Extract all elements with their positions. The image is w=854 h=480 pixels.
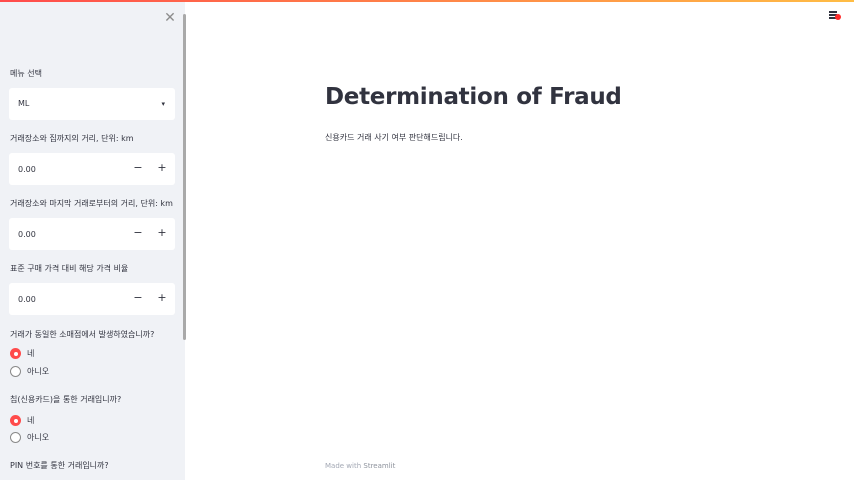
increment-button[interactable]: + (155, 161, 169, 175)
radio-unselected-icon (10, 432, 21, 443)
footer: Made with Streamlit (325, 462, 395, 470)
radio-option-label: 네 (27, 349, 35, 358)
used-pin-label: PIN 번호를 통한 거래입니까? (10, 461, 109, 470)
sidebar: ✕ 메뉴 선택 ML ▾ 거래장소와 집까지의 거리, 단위: km 0.00 … (0, 2, 185, 480)
menu-select-value: ML (18, 99, 30, 108)
home-distance-label: 거래장소와 집까지의 거리, 단위: km (10, 134, 134, 143)
home-distance-value[interactable]: 0.00 (18, 165, 36, 174)
radio-option-label: 네 (27, 416, 35, 425)
last-transaction-distance-input[interactable]: 0.00 − + (9, 218, 175, 250)
hamburger-menu-icon[interactable] (829, 9, 841, 21)
radio-selected-icon (10, 415, 21, 426)
menu-select-label: 메뉴 선택 (10, 69, 42, 78)
increment-button[interactable]: + (155, 291, 169, 305)
price-ratio-value[interactable]: 0.00 (18, 295, 36, 304)
last-transaction-distance-value[interactable]: 0.00 (18, 230, 36, 239)
radio-option-label: 아니오 (27, 433, 50, 442)
close-sidebar-icon[interactable]: ✕ (163, 11, 177, 25)
footer-prefix: Made with (325, 462, 364, 470)
page-subtitle: 신용카드 거래 사기 여부 판단해드립니다. (325, 133, 463, 142)
decrement-button[interactable]: − (131, 226, 145, 240)
price-ratio-label: 표준 구매 가격 대비 해당 가격 비율 (10, 264, 129, 273)
used-chip-option-no[interactable]: 아니오 (10, 432, 150, 444)
repeat-retailer-label: 거래가 동일한 소매점에서 발생하였습니까? (10, 330, 155, 339)
radio-unselected-icon (10, 366, 21, 377)
repeat-retailer-option-no[interactable]: 아니오 (10, 366, 150, 378)
menu-select[interactable]: ML ▾ (9, 88, 175, 120)
radio-selected-icon (10, 348, 21, 359)
home-distance-input[interactable]: 0.00 − + (9, 153, 175, 185)
sidebar-scrollbar[interactable] (183, 14, 186, 340)
price-ratio-input[interactable]: 0.00 − + (9, 283, 175, 315)
footer-brand-link[interactable]: Streamlit (363, 462, 395, 470)
last-transaction-distance-label: 거래장소와 마지막 거래로부터의 거리, 단위: km (10, 199, 173, 208)
used-chip-option-yes[interactable]: 네 (10, 415, 150, 427)
decrement-button[interactable]: − (131, 291, 145, 305)
repeat-retailer-option-yes[interactable]: 네 (10, 348, 150, 360)
used-chip-label: 칩(신용카드)을 통한 거래입니까? (10, 395, 122, 404)
page-title: Determination of Fraud (325, 84, 622, 110)
radio-option-label: 아니오 (27, 367, 50, 376)
recording-indicator-icon (835, 14, 841, 20)
chevron-down-icon: ▾ (161, 100, 165, 108)
decrement-button[interactable]: − (131, 161, 145, 175)
increment-button[interactable]: + (155, 226, 169, 240)
